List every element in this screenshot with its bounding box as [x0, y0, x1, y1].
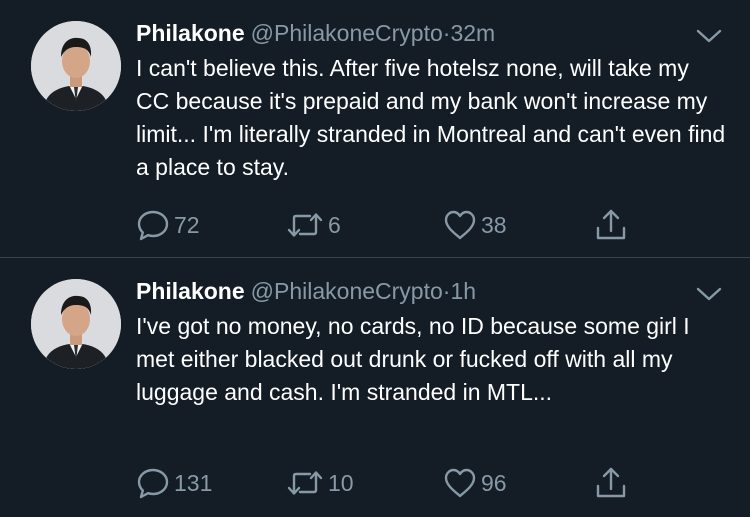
- share-icon: [594, 466, 628, 500]
- retweet-button[interactable]: 6: [286, 207, 341, 243]
- reply-button[interactable]: 131: [136, 465, 212, 501]
- tweet-actions: 131 10 96: [0, 465, 750, 501]
- retweet-button[interactable]: 10: [286, 465, 354, 501]
- tweet-actions: 72 6 38: [0, 207, 750, 243]
- like-count: 38: [481, 211, 507, 238]
- timestamp[interactable]: 1h: [450, 278, 476, 304]
- tweet-header: Philakone @PhilakoneCrypto·1h: [136, 275, 476, 307]
- user-handle[interactable]: @PhilakoneCrypto: [251, 278, 443, 304]
- retweet-icon: [286, 210, 324, 240]
- tweet[interactable]: Philakone @PhilakoneCrypto·32m I can't be…: [0, 0, 750, 258]
- timestamp[interactable]: 32m: [450, 20, 495, 46]
- retweet-count: 6: [328, 211, 341, 238]
- user-name[interactable]: Philakone: [136, 20, 245, 46]
- like-icon: [443, 209, 477, 241]
- reply-icon: [136, 466, 170, 500]
- reply-count: 131: [174, 469, 213, 496]
- tweet[interactable]: Philakone @PhilakoneCrypto·1h I've got no…: [0, 258, 750, 517]
- retweet-icon: [286, 468, 324, 498]
- user-handle[interactable]: @PhilakoneCrypto: [251, 20, 443, 46]
- user-name[interactable]: Philakone: [136, 278, 245, 304]
- like-button[interactable]: 96: [443, 465, 507, 501]
- like-button[interactable]: 38: [443, 207, 507, 243]
- share-button[interactable]: [594, 207, 628, 243]
- reply-count: 72: [174, 211, 200, 238]
- like-count: 96: [481, 469, 507, 496]
- like-icon: [443, 467, 477, 499]
- share-icon: [594, 208, 628, 242]
- avatar[interactable]: [31, 21, 121, 111]
- tweet-text: I've got no money, no cards, no ID becau…: [136, 313, 690, 405]
- reply-button[interactable]: 72: [136, 207, 200, 243]
- avatar[interactable]: [31, 279, 121, 369]
- chevron-down-icon[interactable]: [696, 28, 722, 44]
- chevron-down-icon[interactable]: [696, 286, 722, 302]
- tweet-header: Philakone @PhilakoneCrypto·32m: [136, 17, 495, 49]
- reply-icon: [136, 208, 170, 242]
- retweet-count: 10: [328, 469, 354, 496]
- share-button[interactable]: [594, 465, 628, 501]
- tweet-text: I can't believe this. After five hotelsz…: [136, 55, 726, 180]
